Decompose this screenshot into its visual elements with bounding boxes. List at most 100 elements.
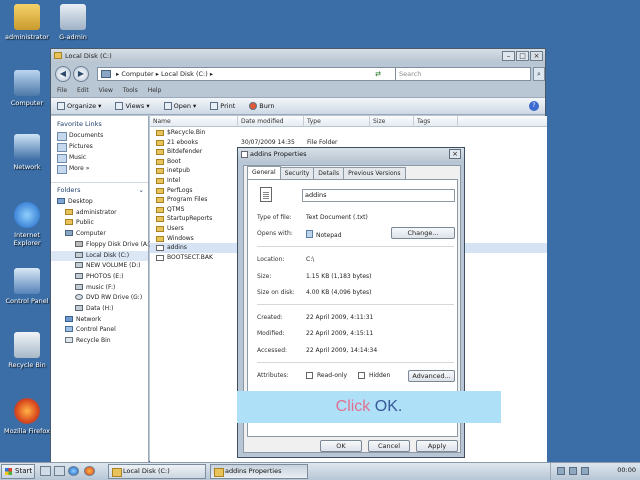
folder-icon (156, 139, 164, 146)
open-button[interactable]: Open ▾ (163, 102, 196, 110)
drive-icon (75, 272, 83, 279)
command-bar: Organize ▾ Views ▾ Open ▾ Print Burn ? (51, 97, 545, 115)
menu-tools[interactable]: Tools (123, 85, 138, 96)
column-tags[interactable]: Tags (414, 116, 458, 127)
file-row[interactable]: $Recycle.Bin (150, 128, 547, 138)
divider (257, 246, 454, 247)
recycle-bin-icon (65, 337, 73, 344)
forward-button[interactable]: ▶ (73, 66, 89, 82)
desktop-icon-recycle-bin[interactable]: Recycle Bin (0, 332, 54, 369)
firefox-icon[interactable] (84, 466, 95, 476)
network-status-icon[interactable] (557, 467, 565, 475)
recycle-bin-icon (14, 332, 40, 358)
folder-icon (156, 130, 164, 136)
navigation-pane: Favorite Links Documents Pictures Music … (51, 116, 151, 463)
properties-title-bar[interactable]: addins Properties × (238, 148, 464, 161)
file-name: Bitdefender (167, 148, 203, 156)
address-bar[interactable]: ▸ Computer ▸ Local Disk (C:) ▸ (97, 67, 397, 81)
tree-item-data-h[interactable]: Data (H:) (51, 304, 148, 315)
internet-explorer-icon[interactable] (68, 466, 79, 476)
column-date-modified[interactable]: Date modified (238, 116, 304, 127)
maximize-button[interactable]: □ (516, 51, 529, 61)
favorite-documents[interactable]: Documents (51, 130, 148, 141)
back-button[interactable]: ◀ (55, 66, 71, 82)
accessed-label: Accessed: (257, 347, 288, 354)
desktop-icon-firefox[interactable]: Mozilla Firefox (0, 398, 54, 435)
hidden-checkbox[interactable] (358, 372, 365, 379)
tree-item-music-f[interactable]: music (F:) (51, 283, 148, 294)
help-icon[interactable]: ? (529, 101, 539, 111)
tab-previous-versions[interactable]: Previous Versions (343, 167, 406, 179)
location-label: Location: (257, 256, 285, 263)
instruction-callout: Click OK. (237, 391, 501, 423)
tree-item-dvd-g[interactable]: DVD RW Drive (G:) (51, 293, 148, 304)
properties-close-button[interactable]: × (449, 149, 461, 159)
tray-icon[interactable] (581, 467, 589, 475)
close-button[interactable]: × (530, 51, 543, 61)
file-row[interactable]: 21 ebooks 30/07/2009 14:35 File Folder (150, 138, 547, 148)
refresh-icon[interactable]: ⇄ (371, 67, 385, 81)
tab-general[interactable]: General (247, 166, 281, 179)
computer-icon (101, 70, 111, 78)
search-icon[interactable]: ⌕ (533, 67, 545, 81)
desktop-icon-g-admin[interactable]: G-admin (46, 4, 100, 41)
file-date: 30/07/2009 14:35 (241, 138, 295, 146)
favorite-music[interactable]: Music (51, 152, 148, 163)
volume-icon[interactable] (569, 467, 577, 475)
file-name: Windows (167, 234, 194, 242)
folders-heading[interactable]: Folders ⌄ (51, 182, 148, 197)
tab-details[interactable]: Details (313, 167, 345, 179)
organize-button[interactable]: Organize ▾ (57, 102, 101, 110)
explorer-title-bar[interactable]: Local Disk (C:) – □ × (51, 49, 545, 63)
taskbar-item-properties[interactable]: addins Properties (210, 464, 308, 479)
print-button[interactable]: Print (210, 102, 235, 110)
search-input[interactable]: Search (395, 67, 531, 81)
tree-item-floppy[interactable]: Floppy Disk Drive (A:) (51, 240, 151, 251)
filename-field[interactable]: addins (302, 189, 455, 202)
advanced-button[interactable]: Advanced... (408, 370, 455, 382)
column-type[interactable]: Type (304, 116, 370, 127)
file-name: BOOTSECT.BAK (167, 253, 213, 261)
tree-item-computer[interactable]: Computer (51, 229, 148, 240)
cancel-button[interactable]: Cancel (368, 440, 410, 452)
menu-view[interactable]: View (99, 85, 113, 96)
tree-item-control-panel[interactable]: Control Panel (51, 325, 148, 336)
column-size[interactable]: Size (370, 116, 414, 127)
tree-item-local-disk-c[interactable]: Local Disk (C:) (51, 250, 148, 262)
dvd-icon (75, 294, 83, 301)
ok-button[interactable]: OK (320, 440, 362, 452)
taskbar-item-local-disk[interactable]: Local Disk (C:) (108, 464, 206, 479)
tree-item-desktop[interactable]: Desktop (51, 197, 148, 208)
notepad-icon (306, 230, 313, 238)
switch-windows-icon[interactable] (54, 466, 65, 476)
column-name[interactable]: Name (150, 116, 238, 127)
menu-edit[interactable]: Edit (77, 85, 89, 96)
desktop-icon-computer[interactable]: Computer (0, 70, 54, 107)
favorite-pictures[interactable]: Pictures (51, 141, 148, 152)
menu-file[interactable]: File (57, 85, 67, 96)
desktop-icon-internet-explorer[interactable]: Internet Explorer (0, 202, 54, 247)
size-label: Size: (257, 273, 272, 280)
start-button[interactable]: Start (1, 464, 35, 479)
change-button[interactable]: Change... (391, 227, 455, 239)
desktop-icon-network[interactable]: Network (0, 134, 54, 171)
tree-item-network[interactable]: Network (51, 315, 148, 326)
favorite-more[interactable]: More » (51, 163, 148, 174)
menu-help[interactable]: Help (148, 85, 162, 96)
read-only-checkbox[interactable] (306, 372, 313, 379)
tree-item-photos-e[interactable]: PHOTOS (E:) (51, 272, 148, 283)
tab-security[interactable]: Security (279, 167, 315, 179)
tree-item-new-volume-d[interactable]: NEW VOLUME (D:) (51, 261, 148, 272)
clock: 00:00 (617, 466, 636, 474)
tree-item-administrator[interactable]: administrator (51, 208, 148, 219)
burn-button[interactable]: Burn (249, 102, 275, 110)
show-desktop-icon[interactable] (40, 466, 51, 476)
views-button[interactable]: Views ▾ (115, 102, 150, 110)
tree-item-recycle-bin[interactable]: Recycle Bin (51, 336, 148, 347)
minimize-button[interactable]: – (502, 51, 515, 61)
tree-item-public[interactable]: Public (51, 218, 148, 229)
desktop-icon-control-panel[interactable]: Control Panel (0, 268, 54, 305)
apply-button[interactable]: Apply (416, 440, 458, 452)
folder-icon (156, 197, 164, 204)
control-panel-icon (65, 326, 73, 333)
